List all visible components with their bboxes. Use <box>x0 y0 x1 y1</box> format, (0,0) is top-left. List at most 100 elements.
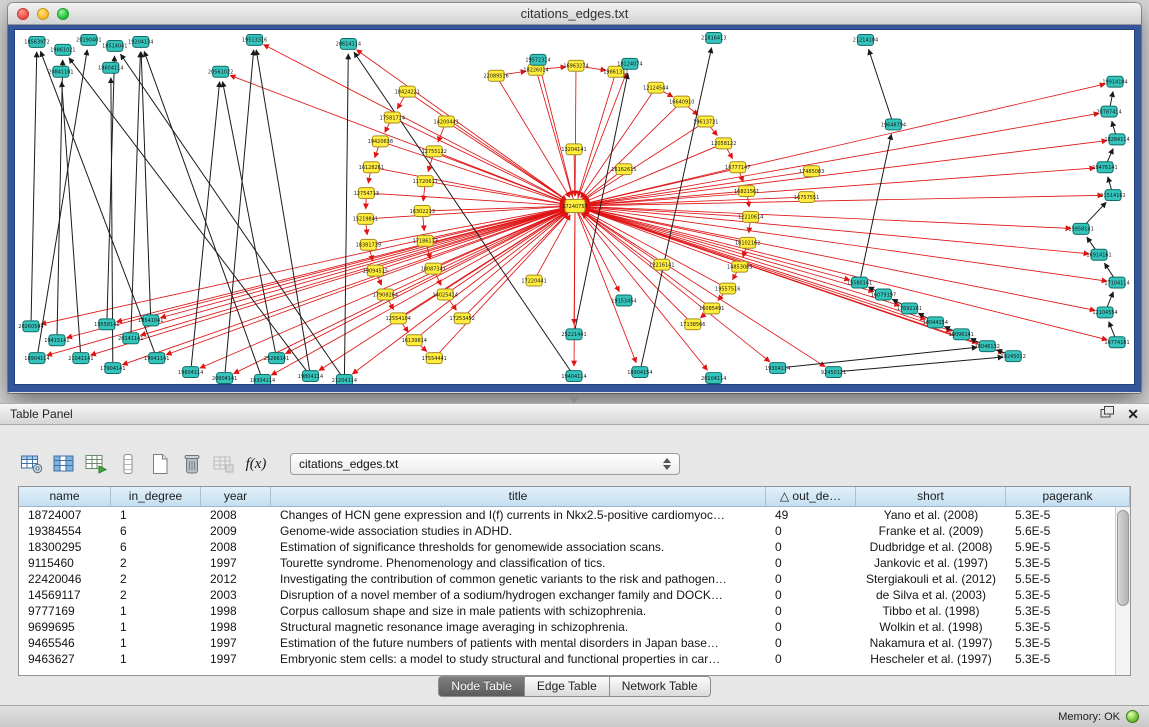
graph-edge[interactable] <box>438 213 568 353</box>
table-settings-button[interactable] <box>20 452 44 476</box>
table-cell[interactable]: Investigating the contribution of common… <box>271 571 766 587</box>
graph-edge[interactable] <box>583 125 700 201</box>
table-cell[interactable]: Franke et al. (2009) <box>856 523 1006 539</box>
table-cell[interactable]: Hescheler et al. (1997) <box>856 651 1006 667</box>
graph-edge[interactable] <box>1104 263 1113 277</box>
column-header[interactable]: title <box>271 487 766 506</box>
table-cell[interactable]: 2008 <box>201 507 271 523</box>
graph-node[interactable]: 20260594 <box>18 321 43 332</box>
table-cell[interactable]: 1 <box>111 635 201 651</box>
table-cell[interactable]: Stergiakouli et al. (2012) <box>856 571 1006 587</box>
minimize-window-button[interactable] <box>37 8 49 20</box>
graph-hub-node[interactable]: 17240757 <box>562 200 587 213</box>
graph-node[interactable]: 19557516 <box>715 283 740 294</box>
graph-node[interactable]: 12210614 <box>738 211 763 222</box>
graph-edge[interactable] <box>861 134 892 277</box>
table-row[interactable]: 1938455462009Genome-wide association stu… <box>19 523 1130 539</box>
network-window-titlebar[interactable]: citations_edges.txt <box>8 3 1141 25</box>
graph-node[interactable]: 19404114 <box>561 371 586 382</box>
graph-node[interactable]: 17220441 <box>521 275 546 286</box>
graph-edge[interactable] <box>578 77 614 196</box>
delete-table-button[interactable] <box>180 452 204 476</box>
graph-edge[interactable] <box>541 69 574 200</box>
column-options-button[interactable] <box>116 452 140 476</box>
table-cell[interactable]: 5.9E-5 <box>1006 539 1130 555</box>
table-cell[interactable]: Jankovic et al. (1997) <box>856 555 1006 571</box>
graph-node[interactable]: 18284114 <box>1104 134 1129 145</box>
graph-node[interactable]: 14200441 <box>434 116 459 127</box>
graph-edge[interactable] <box>423 217 424 231</box>
graph-node[interactable]: 20787414 <box>1096 106 1121 117</box>
graph-edge[interactable] <box>1087 237 1096 250</box>
graph-edge[interactable] <box>581 208 1004 353</box>
zoom-window-button[interactable] <box>57 8 69 20</box>
graph-node[interactable]: 12554104 <box>386 313 411 324</box>
graph-node[interactable]: 21041141 <box>68 353 93 364</box>
graph-node[interactable]: 18541041 <box>138 315 163 326</box>
graph-node[interactable]: 16128261 <box>359 162 384 173</box>
table-cell[interactable]: 1 <box>111 507 201 523</box>
graph-node[interactable]: 17692161 <box>897 303 922 314</box>
graph-node[interactable]: 19420638 <box>368 136 393 147</box>
graph-node[interactable]: 20841101 <box>48 66 73 77</box>
panel-divider-handle[interactable] <box>567 396 581 403</box>
graph-node[interactable]: 21204114 <box>332 375 357 384</box>
table-cell[interactable]: 1 <box>111 603 201 619</box>
graph-edge[interactable] <box>386 143 566 203</box>
graph-node[interactable]: 92450121 <box>821 367 846 378</box>
graph-edge[interactable] <box>575 72 576 196</box>
graph-edge[interactable] <box>1110 91 1113 105</box>
graph-edge[interactable] <box>740 173 743 182</box>
table-cell[interactable]: 9777169 <box>19 603 111 619</box>
graph-edge[interactable] <box>1112 121 1116 134</box>
table-cell[interactable]: 5.3E-5 <box>1006 603 1130 619</box>
graph-node[interactable]: 14025414 <box>433 289 458 300</box>
graph-edge[interactable] <box>366 225 367 235</box>
table-row[interactable]: 946554611997Estimation of the future num… <box>19 635 1130 651</box>
graph-node[interactable]: 18514041 <box>102 40 127 51</box>
graph-node[interactable]: 19153454 <box>611 295 636 306</box>
table-cell[interactable]: Embryonic stem cells: a model to study s… <box>271 651 766 667</box>
table-cell[interactable]: 2 <box>111 555 201 571</box>
graph-edge[interactable] <box>131 52 140 332</box>
column-header[interactable]: △ out_de… <box>766 487 856 506</box>
graph-edge[interactable] <box>581 113 1099 205</box>
select-columns-button[interactable] <box>52 452 76 476</box>
graph-edge[interactable] <box>41 207 569 324</box>
table-cell[interactable]: 9463627 <box>19 651 111 667</box>
graph-edge[interactable] <box>538 76 573 197</box>
float-panel-icon[interactable] <box>1100 405 1114 423</box>
graph-node[interactable]: 21214104 <box>853 34 878 45</box>
graph-edge[interactable] <box>375 147 379 158</box>
graph-node[interactable]: 19558141 <box>94 319 119 330</box>
graph-node[interactable]: 13204141 <box>561 144 586 155</box>
graph-edge[interactable] <box>641 48 711 367</box>
close-panel-icon[interactable]: ✕ <box>1127 407 1139 421</box>
table-cell[interactable]: 2008 <box>201 539 271 555</box>
table-cell[interactable]: Disruption of a novel member of a sodium… <box>271 587 766 603</box>
table-cell[interactable]: 9699695 <box>19 619 111 635</box>
graph-edge[interactable] <box>574 155 575 196</box>
table-cell[interactable]: 0 <box>766 555 856 571</box>
graph-node[interactable]: 12124544 <box>643 82 668 93</box>
table-cell[interactable]: 1 <box>111 651 201 667</box>
graph-edge[interactable] <box>428 206 565 210</box>
table-cell[interactable]: 0 <box>766 651 856 667</box>
graph-edge[interactable] <box>385 123 390 133</box>
graph-node[interactable]: 16085491 <box>699 303 724 314</box>
table-row[interactable]: 946362711997Embryonic stem cells: a mode… <box>19 651 1130 667</box>
table-row[interactable]: 1830029562008Estimation of significance … <box>19 539 1130 555</box>
graph-edge[interactable] <box>584 146 718 202</box>
table-cell[interactable]: Genome-wide association studies in ADHD. <box>271 523 766 539</box>
graph-edge[interactable] <box>499 81 570 198</box>
graph-node[interactable]: 19304114 <box>765 363 790 374</box>
graph-node[interactable]: 19204134 <box>128 36 153 47</box>
graph-edge[interactable] <box>577 73 626 200</box>
table-cell[interactable]: 5.3E-5 <box>1006 507 1130 523</box>
table-cell[interactable]: 2009 <box>201 523 271 539</box>
graph-node[interactable]: 19613731 <box>693 116 718 127</box>
graph-edge[interactable] <box>733 272 737 280</box>
graph-edge[interactable] <box>581 208 850 280</box>
graph-edge[interactable] <box>581 93 653 198</box>
graph-edge[interactable] <box>368 173 370 183</box>
